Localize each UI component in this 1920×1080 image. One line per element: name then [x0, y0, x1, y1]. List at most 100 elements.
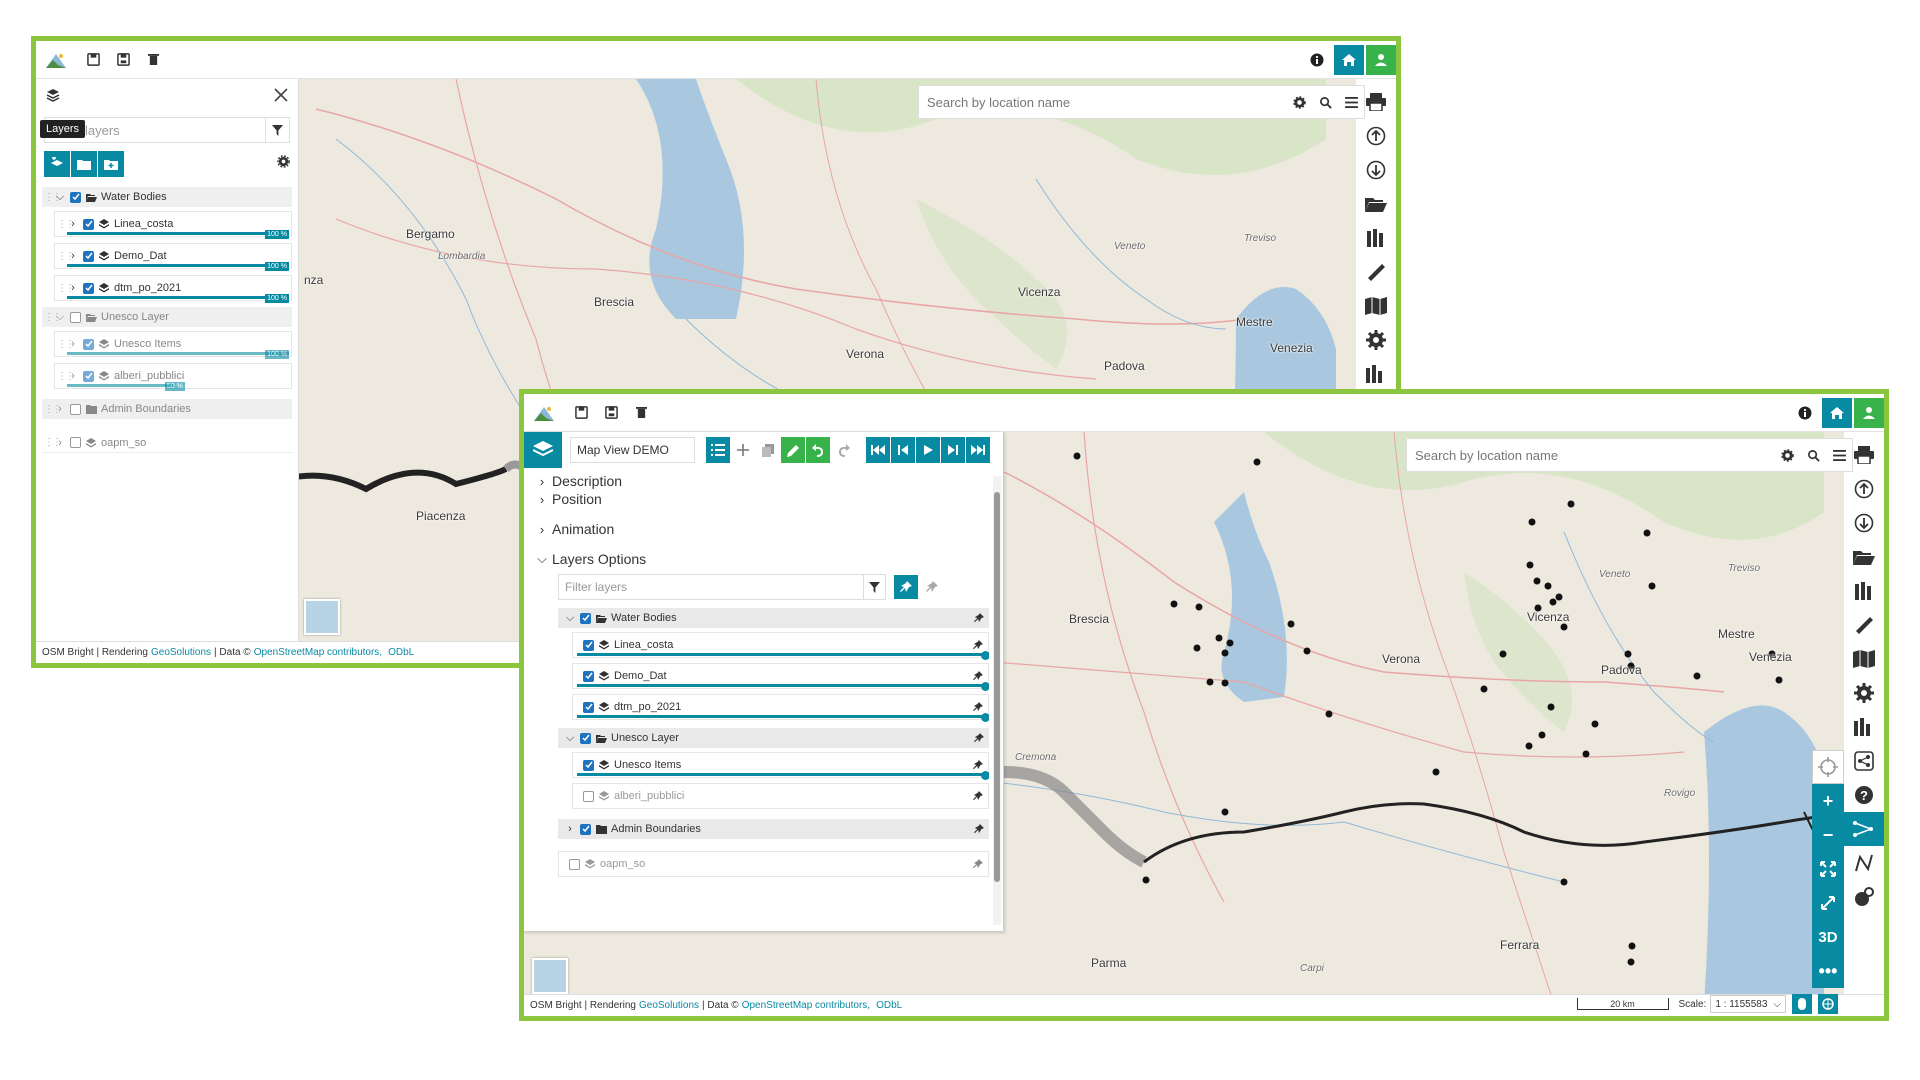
layer-item[interactable]: dtm_po_2021: [572, 694, 989, 722]
save-icon[interactable]: [78, 45, 108, 75]
globe-settings-icon[interactable]: [1848, 880, 1880, 914]
download-icon[interactable]: [1848, 506, 1880, 540]
opacity-slider[interactable]: [577, 653, 986, 656]
menu-icon[interactable]: [1338, 96, 1364, 108]
background-switcher[interactable]: [532, 958, 568, 994]
zoom-out-icon[interactable]: −: [1812, 818, 1844, 852]
attribution-link[interactable]: ODbL: [388, 647, 414, 658]
undo-icon[interactable]: [806, 437, 830, 463]
checkbox[interactable]: [83, 338, 94, 350]
map-layers-icon[interactable]: [1360, 357, 1392, 391]
chevron-down-icon[interactable]: ⌵: [54, 191, 66, 204]
filter-icon[interactable]: [265, 118, 289, 142]
unpin-icon[interactable]: [922, 575, 942, 599]
chevron-right-icon[interactable]: ›: [564, 823, 576, 835]
info-icon[interactable]: [1302, 45, 1332, 75]
home-icon[interactable]: [1334, 44, 1364, 75]
chevron-right-icon[interactable]: ›: [54, 437, 66, 449]
attribution-link[interactable]: ODbL: [876, 1000, 902, 1011]
play-icon[interactable]: [916, 437, 940, 463]
chevron-right-icon[interactable]: ›: [54, 403, 66, 415]
add-subgroup-icon[interactable]: [98, 151, 124, 177]
checkbox[interactable]: [70, 191, 81, 203]
opacity-pin-icon[interactable]: [972, 639, 984, 651]
map-fold-icon[interactable]: [1360, 289, 1392, 323]
map-layers-icon[interactable]: [1848, 710, 1880, 744]
checkbox[interactable]: [70, 403, 81, 415]
layer-group-admin-boundaries[interactable]: › Admin Boundaries: [558, 819, 989, 839]
redo-icon[interactable]: [831, 437, 855, 463]
layer-item[interactable]: alberi_pubblici: [572, 783, 989, 809]
layer-item[interactable]: Demo_Dat: [572, 663, 989, 691]
chevron-right-icon[interactable]: ›: [67, 250, 79, 262]
layer-group-admin-boundaries[interactable]: ⋮⋮ › Admin Boundaries: [42, 399, 292, 419]
drag-handle-icon[interactable]: ⋮⋮: [44, 437, 62, 448]
locate-icon[interactable]: [1812, 750, 1844, 784]
skip-forward-icon[interactable]: [966, 437, 990, 463]
attribution-link[interactable]: OpenStreetMap contributors,: [254, 647, 382, 658]
edit-icon[interactable]: [781, 437, 805, 463]
scrollbar-thumb[interactable]: [994, 492, 1000, 882]
opacity-pin-icon[interactable]: [973, 612, 985, 624]
checkbox[interactable]: [70, 437, 81, 448]
upload-icon[interactable]: [1848, 472, 1880, 506]
list-icon[interactable]: [706, 437, 730, 463]
chevron-down-icon[interactable]: ⌵: [564, 612, 576, 625]
opacity-slider[interactable]: [577, 773, 986, 776]
folder-open-icon[interactable]: [1848, 540, 1880, 574]
more-icon[interactable]: •••: [1812, 954, 1844, 988]
opacity-slider[interactable]: [577, 684, 986, 687]
search-icon[interactable]: [1800, 449, 1826, 462]
user-icon[interactable]: [1366, 44, 1396, 75]
zoom-extent-icon[interactable]: [1812, 886, 1844, 920]
draw-line-icon[interactable]: [1848, 846, 1880, 880]
save-as-icon[interactable]: [108, 45, 138, 75]
layers-stack-icon[interactable]: [524, 432, 562, 468]
checkbox[interactable]: [583, 759, 594, 771]
opacity-pin-icon[interactable]: [972, 858, 984, 870]
close-icon[interactable]: [274, 87, 288, 107]
checkbox[interactable]: [70, 311, 81, 323]
opacity-slider-handle[interactable]: [981, 771, 989, 780]
catalog-icon[interactable]: [1360, 221, 1392, 255]
trash-icon[interactable]: [626, 398, 656, 428]
drag-handle-icon[interactable]: ⋮⋮: [57, 251, 75, 262]
skip-back-icon[interactable]: [866, 437, 890, 463]
checkbox[interactable]: [580, 823, 591, 835]
layer-group-water-bodies[interactable]: ⋮⋮ ⌵ Water Bodies: [42, 187, 292, 207]
drag-handle-icon[interactable]: ⋮⋮: [57, 219, 75, 230]
home-icon[interactable]: [1822, 397, 1852, 428]
share-icon[interactable]: [1848, 744, 1880, 778]
checkbox[interactable]: [83, 250, 94, 262]
layer-group-unesco[interactable]: ⌵ Unesco Layer: [558, 728, 989, 748]
layer-item[interactable]: ⋮⋮ › Unesco Items 100 %: [54, 331, 292, 359]
checkbox[interactable]: [583, 639, 594, 651]
checkbox[interactable]: [583, 670, 594, 682]
checkbox[interactable]: [580, 612, 591, 624]
filter-layers-input[interactable]: [565, 580, 863, 594]
attribution-link[interactable]: GeoSolutions: [151, 647, 211, 658]
route-icon[interactable]: [1844, 812, 1884, 846]
gear-icon[interactable]: [1848, 676, 1880, 710]
checkbox[interactable]: [83, 370, 94, 382]
mouse-position-icon[interactable]: [1792, 994, 1812, 1014]
layer-item[interactable]: ⋮⋮ › Demo_Dat 100 %: [54, 243, 292, 271]
map-fold-icon[interactable]: [1848, 642, 1880, 676]
settings-icon[interactable]: [277, 155, 290, 173]
drag-handle-icon[interactable]: ⋮⋮: [57, 371, 75, 382]
user-icon[interactable]: [1854, 397, 1884, 428]
gear-icon[interactable]: [1360, 323, 1392, 357]
drag-handle-icon[interactable]: ⋮⋮: [44, 192, 62, 203]
fullscreen-icon[interactable]: [1812, 852, 1844, 886]
chevron-right-icon[interactable]: ›: [67, 370, 79, 382]
globe-icon[interactable]: [1818, 994, 1838, 1014]
opacity-slider-handle[interactable]: [981, 682, 989, 691]
layer-item[interactable]: ⋮⋮ › dtm_po_2021 100 %: [54, 275, 292, 303]
opacity-slider[interactable]: [577, 715, 986, 718]
opacity-bar[interactable]: [67, 232, 289, 235]
opacity-slider-handle[interactable]: [981, 713, 989, 722]
checkbox[interactable]: [569, 858, 580, 870]
3d-button[interactable]: 3D: [1812, 920, 1844, 954]
catalog-icon[interactable]: [1848, 574, 1880, 608]
opacity-pin-icon[interactable]: [973, 823, 985, 835]
